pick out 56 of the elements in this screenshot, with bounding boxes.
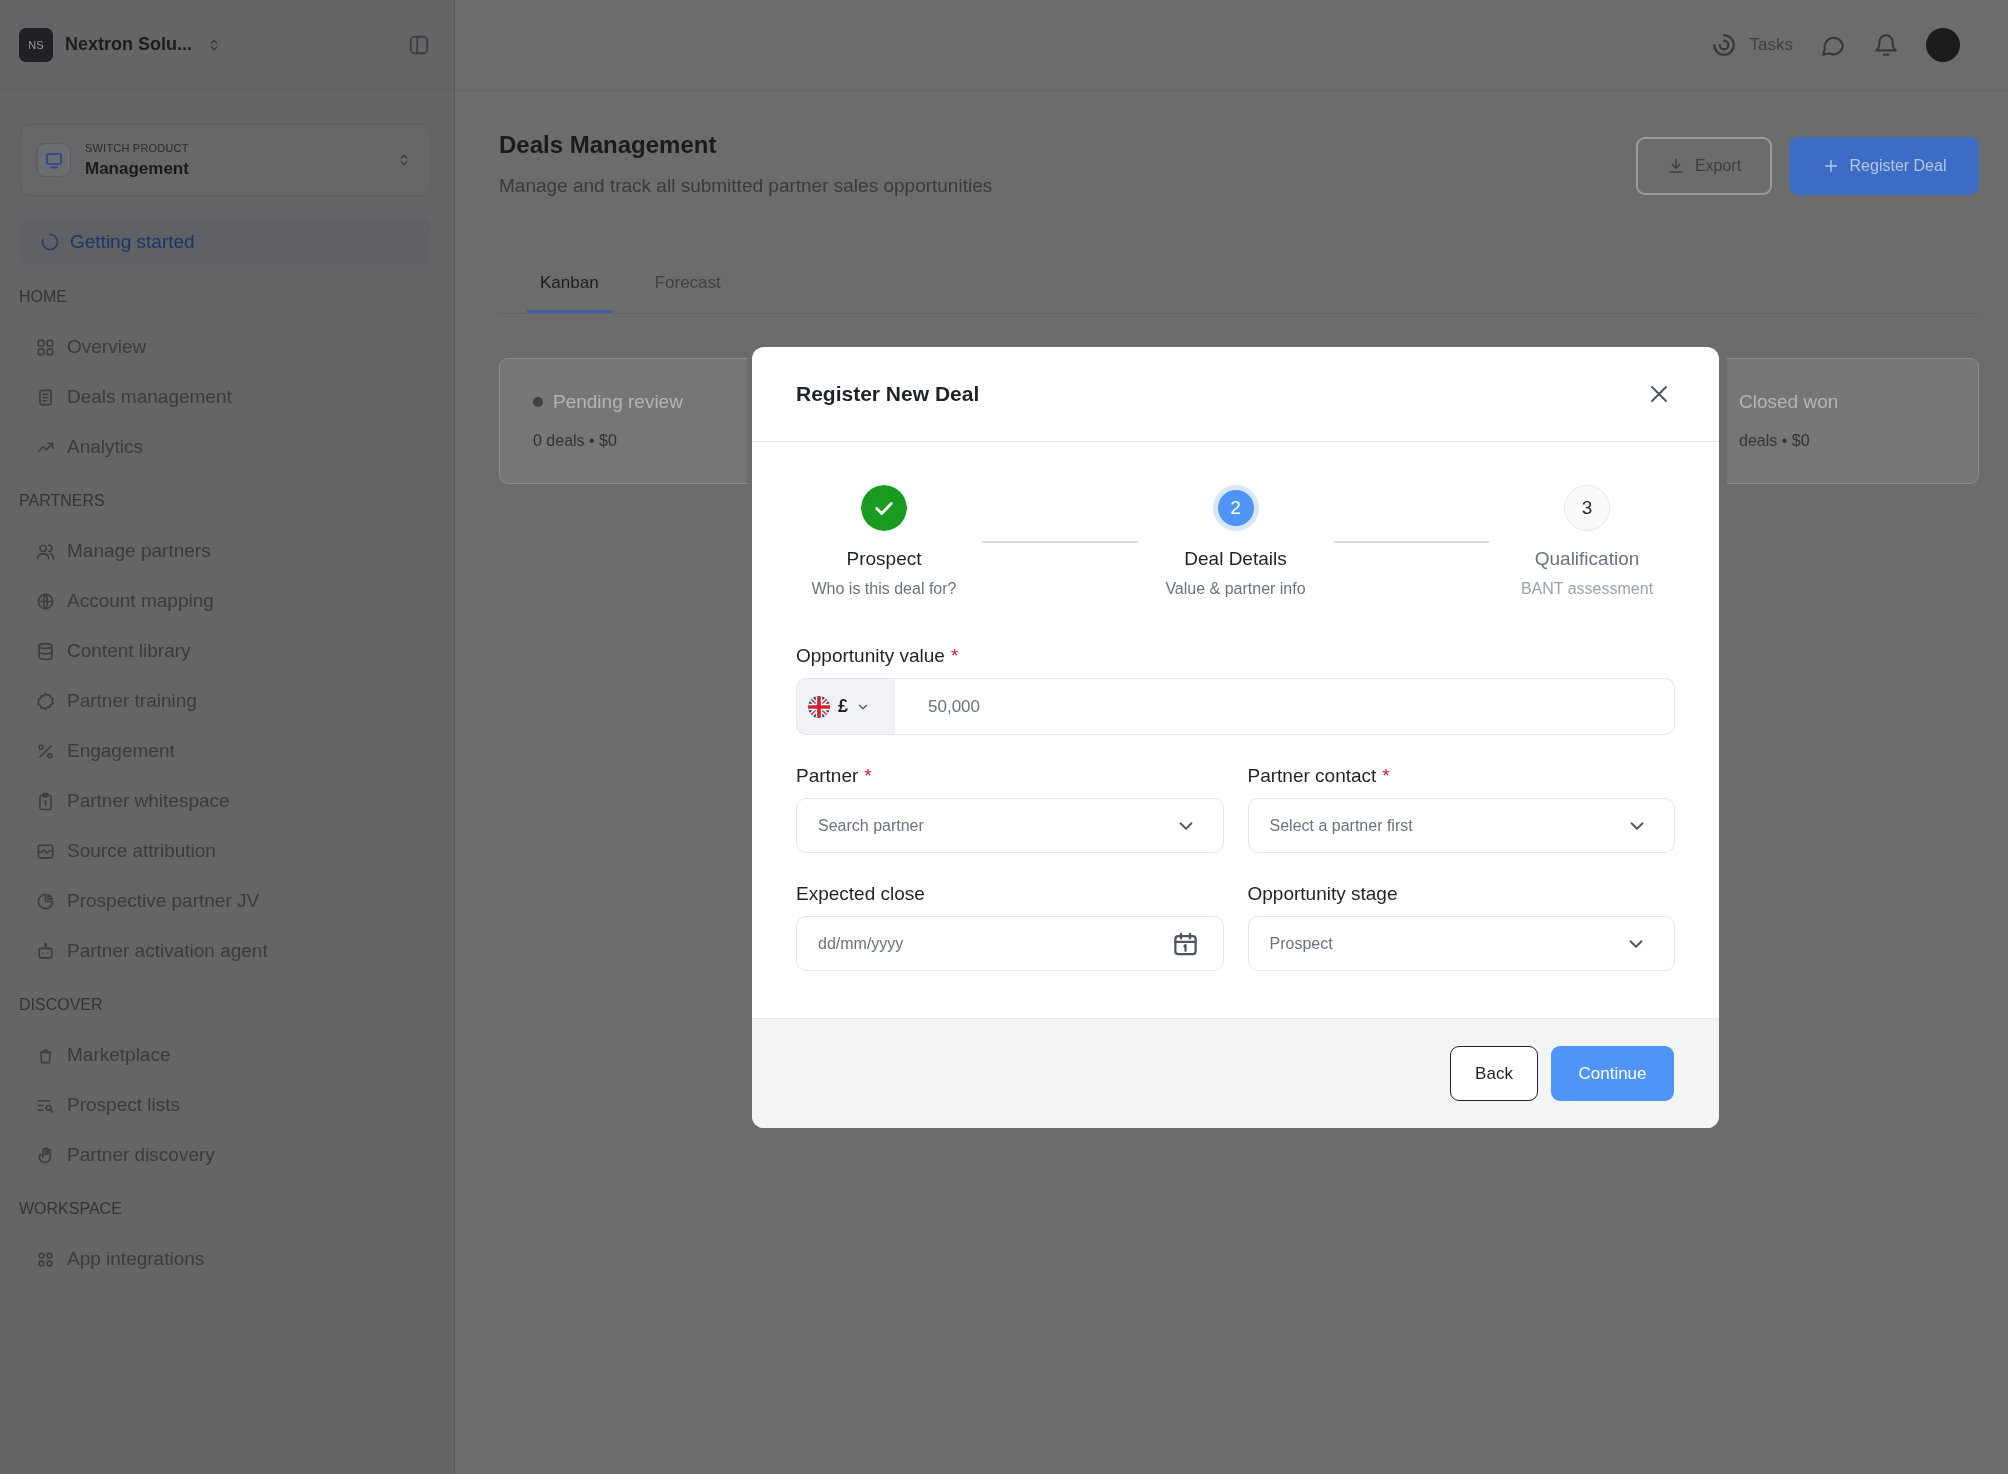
calendar-icon[interactable] — [1171, 930, 1199, 957]
step-caption: Who is this deal for? — [811, 579, 957, 599]
workspace-logo: NS — [19, 27, 53, 62]
switcher-caption: SWITCH PRODUCT — [85, 141, 189, 154]
column-summary: deals • $0 — [1739, 432, 1810, 450]
clipboard-icon — [36, 791, 55, 811]
product-switcher[interactable]: SWITCH PRODUCT Management — [20, 124, 431, 196]
robot-icon — [36, 941, 55, 961]
badge-icon — [36, 691, 55, 711]
database-icon — [36, 641, 55, 661]
field-label: Opportunity stage — [1247, 882, 1398, 906]
column-summary: 0 deals • $0 — [533, 432, 617, 450]
register-deal-button[interactable]: Register Deal — [1789, 137, 1979, 195]
field-label: Partner contact — [1247, 764, 1377, 788]
required-asterisk: * — [950, 644, 959, 668]
bell-icon[interactable] — [1873, 32, 1899, 58]
globe-icon — [36, 591, 55, 611]
required-asterisk: * — [864, 764, 872, 788]
dropdown-field[interactable]: Prospect — [1247, 916, 1675, 971]
monitor-icon — [37, 143, 71, 177]
sidebar-panel-icon[interactable] — [408, 33, 430, 56]
dropdown-field[interactable]: Search partner — [796, 798, 1224, 853]
users-icon — [36, 541, 55, 561]
tab[interactable]: Kanban — [527, 255, 612, 313]
switcher-value: Management — [85, 158, 189, 179]
step-number: 3 — [1564, 485, 1610, 531]
avatar[interactable] — [1926, 28, 1960, 62]
getting-started-link[interactable]: Getting started — [20, 220, 431, 264]
pie-chart-icon — [36, 891, 55, 911]
page-title: Deals Management — [499, 130, 717, 160]
spinner-icon — [1710, 32, 1737, 58]
field-label: Opportunity value — [796, 644, 945, 668]
step-label: Qualification — [1534, 547, 1640, 571]
continue-button[interactable]: Continue — [1551, 1046, 1674, 1101]
step-number: 2 — [1212, 485, 1259, 531]
step-caption: Value & partner info — [1165, 579, 1306, 599]
step-label: Prospect — [846, 547, 922, 571]
progress-ring-icon — [40, 232, 60, 252]
grid-dots-icon — [36, 1249, 55, 1269]
date-field[interactable]: dd/mm/yyyy — [796, 916, 1224, 971]
column-title: Closed won — [1739, 391, 1839, 413]
back-button[interactable]: Back — [1450, 1046, 1538, 1101]
field-label: Expected close — [796, 882, 925, 906]
document-icon — [36, 387, 55, 407]
chart-icon — [36, 841, 55, 861]
modal-title: Register New Deal — [796, 382, 980, 406]
field-label: Partner — [796, 764, 859, 788]
workspace-name[interactable]: Nextron Solu... — [65, 34, 192, 55]
step-caption: BANT assessment — [1520, 579, 1654, 599]
percent-icon — [36, 741, 55, 761]
required-asterisk: * — [1382, 764, 1390, 788]
download-icon — [1666, 157, 1685, 175]
column-title: Pending review — [553, 391, 683, 413]
dropdown-field[interactable]: Select a partner first — [1247, 798, 1675, 853]
grid-icon — [36, 337, 55, 357]
step-label: Deal Details — [1184, 547, 1287, 571]
